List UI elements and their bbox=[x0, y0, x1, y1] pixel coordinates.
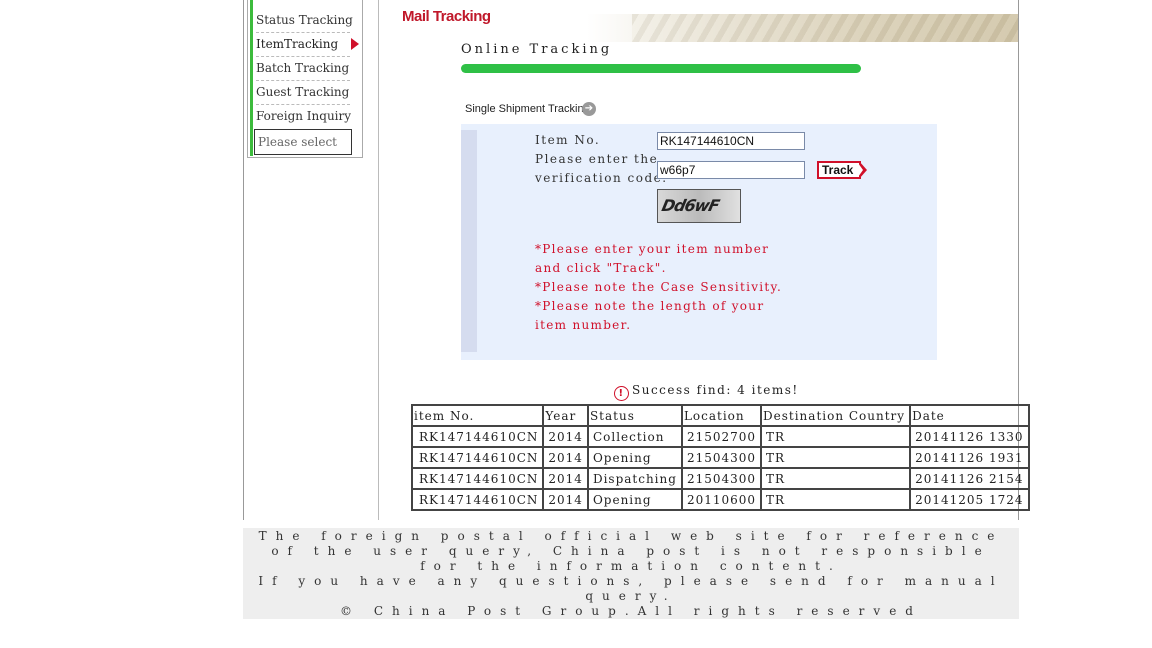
cell-location: 21504300 bbox=[680, 467, 763, 490]
banner-map-image bbox=[632, 14, 1018, 42]
sidebar-accent-bar bbox=[250, 0, 253, 156]
sidebar-item-foreign-inquiry[interactable]: Foreign Inquiry bbox=[256, 104, 351, 128]
footer-contact: If you have any questions, please send f… bbox=[258, 574, 1004, 603]
column-header: Destination Country bbox=[760, 404, 912, 427]
item-no-label: Item No. bbox=[535, 133, 601, 147]
cell-location: 21504300 bbox=[680, 446, 763, 469]
banner-title: Mail Tracking bbox=[402, 8, 491, 25]
cell-year: 2014 bbox=[542, 425, 589, 448]
result-summary-text: Success find: 4 items! bbox=[632, 383, 799, 397]
table-row: RK147144610CN 2014 Dispatching 21504300 … bbox=[410, 467, 1030, 490]
active-arrow-icon bbox=[351, 38, 359, 50]
result-summary: ! Success find: 4 items! bbox=[614, 383, 799, 401]
tracking-form-panel: Item No. Please enter the verification c… bbox=[461, 124, 937, 360]
cell-location: 21502700 bbox=[680, 425, 763, 448]
column-header: Date bbox=[909, 404, 1030, 427]
cell-destination: TR bbox=[760, 488, 912, 511]
table-row: RK147144610CN 2014 Collection 21502700 T… bbox=[410, 425, 1030, 448]
verification-code-input[interactable] bbox=[657, 161, 805, 179]
header-banner: Mail Tracking bbox=[402, 8, 1018, 42]
item-no-input[interactable] bbox=[657, 132, 805, 150]
sidebar-item-status-tracking[interactable]: Status Tracking bbox=[256, 8, 353, 33]
verification-label-line2: verification code. bbox=[535, 171, 668, 185]
note-line: *Please enter your item number and click… bbox=[535, 242, 770, 275]
section-label: Single Shipment Tracking bbox=[465, 103, 590, 115]
sidebar: Status Tracking ItemTracking Batch Track… bbox=[247, 0, 363, 158]
cell-item-no: RK147144610CN bbox=[410, 425, 545, 448]
title-underline-bar bbox=[461, 64, 861, 73]
note-line: *Please note the length of your item num… bbox=[535, 299, 765, 332]
track-button-arrow-inner bbox=[858, 163, 863, 177]
sidebar-divider bbox=[378, 0, 379, 520]
cell-status: Collection bbox=[586, 425, 683, 448]
cell-date: 20141126 1330 bbox=[909, 425, 1030, 448]
cell-year: 2014 bbox=[542, 488, 589, 511]
cell-status: Opening bbox=[586, 446, 683, 469]
table-row: RK147144610CN 2014 Opening 21504300 TR 2… bbox=[410, 446, 1030, 469]
cell-status: Opening bbox=[586, 488, 683, 511]
captcha-text: Dd6wF bbox=[659, 196, 721, 215]
cell-item-no: RK147144610CN bbox=[410, 467, 545, 490]
cell-item-no: RK147144610CN bbox=[410, 446, 545, 469]
sidebar-item-item-tracking[interactable]: ItemTracking bbox=[256, 32, 350, 57]
sidebar-select[interactable]: Please select bbox=[254, 129, 352, 155]
cell-destination: TR bbox=[760, 446, 912, 469]
sidebar-item-batch-tracking[interactable]: Batch Tracking bbox=[256, 56, 350, 81]
cell-year: 2014 bbox=[542, 446, 589, 469]
column-header: Year bbox=[542, 404, 589, 427]
cell-item-no: RK147144610CN bbox=[410, 488, 545, 511]
cell-date: 20141205 1724 bbox=[909, 488, 1030, 511]
results-table: item No. Year Status Location Destinatio… bbox=[410, 404, 1030, 511]
footer-copyright: © China Post Group.All rights reserved bbox=[340, 604, 922, 618]
cell-destination: TR bbox=[760, 467, 912, 490]
table-header-row: item No. Year Status Location Destinatio… bbox=[410, 404, 1030, 427]
frame-left-border bbox=[243, 0, 244, 520]
note-line: *Please note the Case Sensitivity. bbox=[535, 280, 783, 294]
cell-destination: TR bbox=[760, 425, 912, 448]
verification-label-line1: Please enter the bbox=[535, 152, 659, 166]
column-header: Status bbox=[586, 404, 683, 427]
table-row: RK147144610CN 2014 Opening 20110600 TR 2… bbox=[410, 488, 1030, 511]
column-header: Location bbox=[680, 404, 763, 427]
arrow-circle-icon[interactable]: ➔ bbox=[582, 102, 596, 116]
page-footer: The foreign postal official web site for… bbox=[243, 528, 1019, 619]
track-button[interactable]: Track bbox=[817, 161, 861, 179]
panel-stripe bbox=[461, 130, 477, 352]
column-header: item No. bbox=[410, 404, 545, 427]
cell-year: 2014 bbox=[542, 467, 589, 490]
tracking-notes: *Please enter your item number and click… bbox=[535, 240, 795, 335]
cell-date: 20141126 2154 bbox=[909, 467, 1030, 490]
cell-date: 20141126 1931 bbox=[909, 446, 1030, 469]
footer-disclaimer: The foreign postal official web site for… bbox=[258, 529, 1004, 573]
cell-status: Dispatching bbox=[586, 467, 683, 490]
cell-location: 20110600 bbox=[680, 488, 763, 511]
exclamation-icon: ! bbox=[614, 386, 629, 401]
captcha-image[interactable]: Dd6wF bbox=[657, 189, 741, 223]
sidebar-item-guest-tracking[interactable]: Guest Tracking bbox=[256, 80, 350, 105]
page-title: Online Tracking bbox=[461, 42, 613, 57]
